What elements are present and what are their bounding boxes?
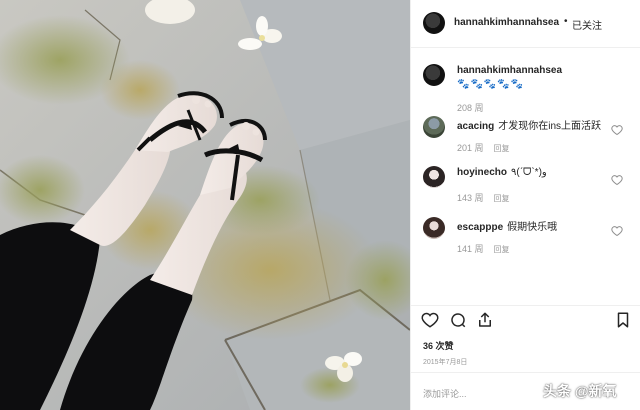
comment-username[interactable]: hoyinecho bbox=[457, 167, 507, 178]
comment-time: 143 周 bbox=[457, 193, 484, 203]
heart-icon[interactable] bbox=[611, 174, 623, 186]
author-avatar[interactable] bbox=[423, 12, 445, 34]
feet-sandals-photo bbox=[0, 0, 410, 410]
reply-button[interactable]: 回复 bbox=[494, 245, 510, 254]
heart-icon[interactable] bbox=[611, 124, 623, 136]
comment-meta: 201 周 回复 bbox=[457, 141, 510, 154]
post-side-panel: hannahkimhannahsea • 已关注 hannahkimhannah… bbox=[410, 0, 640, 410]
caption-avatar[interactable] bbox=[423, 64, 445, 86]
watermark: 头条 @新氧 bbox=[543, 383, 617, 399]
comment-text: acacing 才发现你在ins上面活跃 bbox=[457, 117, 602, 132]
add-comment-input[interactable]: 添加评论... bbox=[423, 387, 467, 400]
share-icon[interactable] bbox=[476, 311, 494, 329]
post-actions bbox=[411, 305, 640, 335]
comment-body: ٩(ˊᗜˋ*)و bbox=[511, 167, 547, 178]
comment-username[interactable]: acacing bbox=[457, 121, 494, 132]
post-date: 2015年7月8日 bbox=[423, 359, 468, 366]
comment-text: hoyinecho ٩(ˊᗜˋ*)و bbox=[457, 167, 602, 178]
comment-text: escapppe 假期快乐哦 bbox=[457, 218, 602, 233]
reply-button[interactable]: 回复 bbox=[494, 144, 510, 153]
post-header: hannahkimhannahsea • 已关注 bbox=[411, 0, 640, 48]
commenter-avatar[interactable] bbox=[423, 217, 445, 239]
post-photo bbox=[0, 0, 410, 410]
comment-time: 141 周 bbox=[457, 244, 484, 254]
author-username[interactable]: hannahkimhannahsea bbox=[454, 17, 559, 28]
bookmark-icon[interactable] bbox=[614, 311, 632, 329]
comment-icon[interactable] bbox=[449, 311, 467, 329]
reply-button[interactable]: 回复 bbox=[494, 194, 510, 203]
heart-icon[interactable] bbox=[611, 225, 623, 237]
comment-meta: 141 周 回复 bbox=[457, 242, 510, 255]
follow-status-button[interactable]: 已关注 bbox=[572, 17, 602, 32]
caption-body: 🐾🐾🐾🐾🐾 bbox=[457, 79, 525, 90]
commenter-avatar[interactable] bbox=[423, 116, 445, 138]
comment-username[interactable]: escapppe bbox=[457, 222, 503, 233]
caption-text: hannahkimhannahsea bbox=[457, 65, 627, 76]
heart-icon[interactable] bbox=[421, 311, 439, 329]
caption-time: 208 周 bbox=[457, 103, 484, 113]
comment-meta: 143 周 回复 bbox=[457, 191, 510, 204]
comment-time: 201 周 bbox=[457, 143, 484, 153]
comment-body: 假期快乐哦 bbox=[507, 222, 558, 233]
commenter-avatar[interactable] bbox=[423, 166, 445, 188]
likes-count[interactable]: 36 次赞 bbox=[423, 339, 454, 352]
header-separator: • bbox=[564, 16, 568, 27]
more-options-icon[interactable]: ... bbox=[591, 114, 602, 125]
caption-username[interactable]: hannahkimhannahsea bbox=[457, 65, 562, 76]
comment-body: 才发现你在ins上面活跃 bbox=[498, 121, 602, 132]
